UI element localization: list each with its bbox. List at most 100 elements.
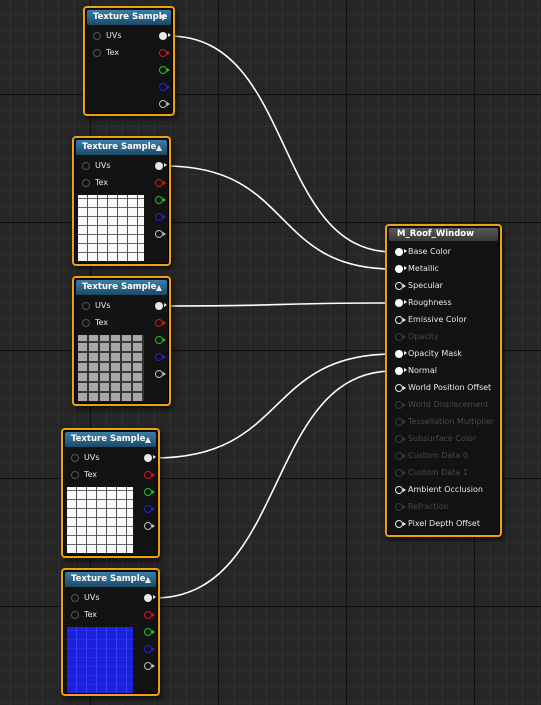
material-input-label: World Position Offset — [408, 383, 492, 392]
material-input-ambient-occlusion[interactable]: Ambient Occlusion — [395, 484, 495, 496]
material-input-normal[interactable]: Normal — [395, 365, 495, 377]
node-title: Texture Sample ▼ — [87, 10, 171, 25]
alpha-output-pin[interactable] — [155, 230, 166, 238]
rgb-output-pin[interactable] — [155, 302, 167, 310]
input-pin-uvs[interactable]: UVs — [71, 592, 131, 604]
input-pin-tex[interactable]: Tex — [93, 47, 153, 59]
green-output-pin[interactable] — [155, 336, 166, 344]
input-pin-tex[interactable]: Tex — [82, 177, 142, 189]
green-output-pin[interactable] — [155, 196, 166, 204]
green-output-pin[interactable] — [144, 628, 155, 636]
wire-to-base-color[interactable] — [168, 35, 394, 253]
texture-preview-thumbnail — [78, 335, 144, 401]
material-input-base-color[interactable]: Base Color — [395, 246, 495, 258]
material-input-roughness[interactable]: Roughness — [395, 297, 495, 309]
input-pin-icon — [395, 503, 406, 511]
wire-to-metallic[interactable] — [164, 165, 394, 270]
input-pin-icon[interactable] — [395, 384, 406, 392]
material-input-label: Base Color — [408, 247, 451, 256]
input-pin-icon[interactable] — [71, 594, 79, 602]
input-pin-tex[interactable]: Tex — [71, 469, 131, 481]
texture-sample-node[interactable]: Texture Sample ▲ UVs Tex — [61, 428, 160, 558]
material-input-pixel-depth-offset[interactable]: Pixel Depth Offset — [395, 518, 495, 530]
input-pin-icon[interactable] — [82, 179, 90, 187]
input-pin-uvs[interactable]: UVs — [82, 300, 142, 312]
texture-sample-node[interactable]: Texture Sample ▼ UVs Tex — [83, 6, 175, 116]
input-pin-icon[interactable] — [395, 367, 407, 375]
input-pin-label: UVs — [95, 161, 111, 170]
collapse-up-arrow-icon[interactable]: ▲ — [156, 280, 162, 295]
input-pin-uvs[interactable]: UVs — [71, 452, 131, 464]
material-input-specular[interactable]: Specular — [395, 280, 495, 292]
input-pin-icon[interactable] — [395, 282, 406, 290]
texture-sample-node[interactable]: Texture Sample ▲ UVs Tex — [61, 568, 160, 696]
input-pin-uvs[interactable]: UVs — [93, 30, 153, 42]
input-pin-tex[interactable]: Tex — [71, 609, 131, 621]
rgb-output-pin[interactable] — [159, 32, 171, 40]
input-pin-label: UVs — [84, 453, 100, 462]
alpha-output-pin[interactable] — [144, 522, 155, 530]
blue-output-pin[interactable] — [144, 505, 155, 513]
blue-output-pin[interactable] — [155, 213, 166, 221]
wire-to-roughness[interactable] — [164, 302, 394, 307]
input-pin-label: UVs — [95, 301, 111, 310]
input-pin-icon[interactable] — [82, 162, 90, 170]
red-output-pin[interactable] — [155, 179, 166, 187]
input-pin-icon — [395, 469, 406, 477]
red-output-pin[interactable] — [144, 611, 155, 619]
material-input-label: Custom Data 1 — [408, 468, 468, 477]
wire-to-normal[interactable] — [153, 370, 394, 599]
collapse-up-arrow-icon[interactable]: ▲ — [145, 572, 151, 587]
alpha-output-pin[interactable] — [159, 100, 170, 108]
green-output-pin[interactable] — [159, 66, 170, 74]
input-pin-icon — [395, 435, 406, 443]
texture-sample-node[interactable]: Texture Sample ▲ UVs Tex — [72, 136, 171, 266]
input-pin-icon[interactable] — [395, 316, 406, 324]
input-pin-icon[interactable] — [395, 520, 406, 528]
input-pin-icon[interactable] — [71, 611, 79, 619]
input-pin-uvs[interactable]: UVs — [82, 160, 142, 172]
material-input-world-position-offset[interactable]: World Position Offset — [395, 382, 495, 394]
texture-sample-node[interactable]: Texture Sample ▲ UVs Tex — [72, 276, 171, 406]
node-title-text: Texture Sample — [93, 12, 168, 22]
material-input-label: Tessellation Multiplier — [408, 417, 495, 426]
material-input-world-displacement: World Displacement — [395, 399, 495, 411]
red-output-pin[interactable] — [144, 471, 155, 479]
input-pin-icon[interactable] — [71, 454, 79, 462]
material-input-opacity-mask[interactable]: Opacity Mask — [395, 348, 495, 360]
input-pin-icon[interactable] — [82, 302, 90, 310]
material-result-node[interactable]: M_Roof_Window Base Color Metallic Specular… — [385, 224, 502, 537]
input-pin-icon[interactable] — [93, 49, 101, 57]
rgb-output-pin[interactable] — [155, 162, 167, 170]
input-pin-icon[interactable] — [82, 319, 90, 327]
alpha-output-pin[interactable] — [155, 370, 166, 378]
material-input-metallic[interactable]: Metallic — [395, 263, 495, 275]
input-pin-icon[interactable] — [395, 350, 407, 358]
collapse-up-arrow-icon[interactable]: ▲ — [145, 432, 151, 447]
input-pin-icon[interactable] — [395, 299, 407, 307]
blue-output-pin[interactable] — [159, 83, 170, 91]
input-pin-icon[interactable] — [71, 471, 79, 479]
input-pin-icon[interactable] — [395, 486, 406, 494]
wire-to-opacity-mask[interactable] — [153, 353, 394, 459]
material-input-emissive-color[interactable]: Emissive Color — [395, 314, 495, 326]
rgb-output-pin[interactable] — [144, 454, 156, 462]
red-output-pin[interactable] — [155, 319, 166, 327]
blue-output-pin[interactable] — [144, 645, 155, 653]
collapse-up-arrow-icon[interactable]: ▲ — [156, 140, 162, 155]
input-pin-icon[interactable] — [93, 32, 101, 40]
alpha-output-pin[interactable] — [144, 662, 155, 670]
blue-output-pin[interactable] — [155, 353, 166, 361]
red-output-pin[interactable] — [159, 49, 170, 57]
input-pin-icon[interactable] — [395, 265, 407, 273]
input-pin-tex[interactable]: Tex — [82, 317, 142, 329]
material-input-label: Specular — [408, 281, 443, 290]
input-pin-label: Tex — [95, 318, 109, 327]
input-pin-icon[interactable] — [395, 248, 407, 256]
material-input-opacity: Opacity — [395, 331, 495, 343]
rgb-output-pin[interactable] — [144, 594, 156, 602]
green-output-pin[interactable] — [144, 488, 155, 496]
material-input-refraction: Refraction — [395, 501, 495, 513]
material-input-subsurface-color: Subsurface Color — [395, 433, 495, 445]
collapse-down-arrow-icon[interactable]: ▼ — [160, 10, 166, 25]
